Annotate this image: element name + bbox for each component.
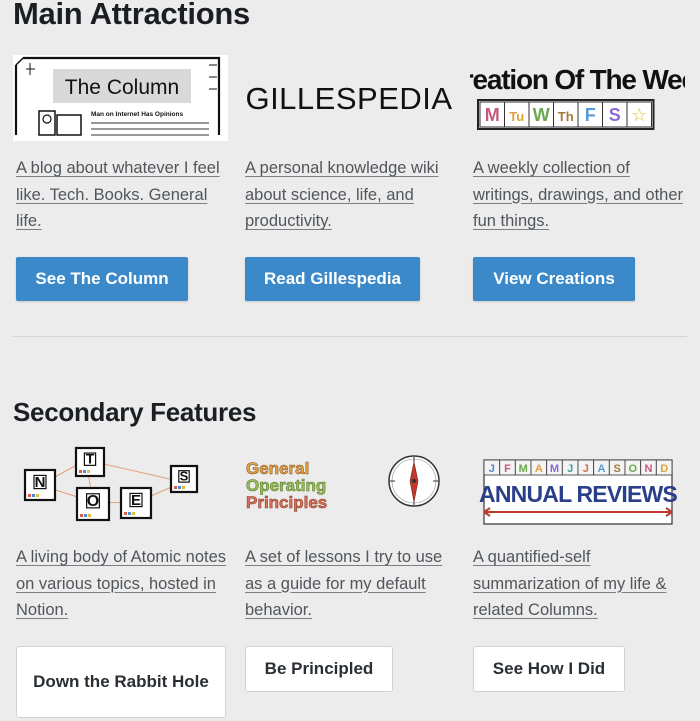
creation-of-the-week-logo[interactable]: Creation Of The Week M Tu W Th FS ☆	[470, 55, 685, 141]
day-label: ☆	[631, 105, 647, 125]
general-operating-principles-logo[interactable]: General Operating Principles	[242, 444, 457, 530]
main-attractions-heading: Main Attractions	[13, 0, 250, 31]
note-letter-boxes: N T O E S	[23, 446, 199, 522]
note-letter: T	[86, 451, 95, 467]
month-label: J	[489, 463, 495, 475]
note-letter: N	[35, 474, 46, 491]
the-column-description[interactable]: A blog about whatever I feel like. Tech.…	[16, 155, 228, 235]
month-boxes: JFMAMJJASOND	[483, 459, 673, 476]
atomic-notes-logo[interactable]: N T O E S	[13, 444, 228, 530]
note-letter: E	[131, 492, 141, 509]
note-letter: S	[180, 469, 189, 484]
day-label: F	[585, 105, 596, 125]
day-label: W	[533, 105, 550, 125]
see-the-column-button[interactable]: See The Column	[16, 257, 188, 301]
month-label: O	[629, 463, 638, 475]
day-label: M	[485, 105, 500, 125]
svg-text:GILLESPEDIA: GILLESPEDIA	[245, 81, 452, 116]
secondary-features-heading: Secondary Features	[13, 397, 257, 427]
day-label: Th	[558, 109, 574, 124]
be-principled-button[interactable]: Be Principled	[245, 646, 393, 692]
svg-text:Principles: Principles	[246, 493, 327, 512]
svg-text:ANNUAL REVIEWS: ANNUAL REVIEWS	[479, 481, 677, 507]
month-label: S	[613, 463, 620, 475]
annual-reviews-description[interactable]: A quantified-self summarization of my li…	[473, 544, 685, 624]
month-label: N	[645, 463, 653, 475]
svg-text:Creation Of The Week: Creation Of The Week	[470, 64, 685, 95]
gillespedia-description[interactable]: A personal knowledge wiki about science,…	[245, 155, 457, 235]
down-the-rabbit-hole-button[interactable]: Down the Rabbit Hole	[16, 646, 226, 718]
note-letter: O	[87, 493, 99, 510]
section-divider	[13, 336, 687, 337]
day-label: Tu	[509, 109, 524, 124]
gillespedia-logo[interactable]: GILLESPEDIA	[242, 55, 457, 141]
svg-text:Man on Internet Has Opinions: Man on Internet Has Opinions	[91, 111, 183, 118]
month-label: A	[535, 463, 543, 475]
month-label: D	[660, 463, 668, 475]
compass-icon	[388, 455, 440, 507]
day-label: S	[609, 105, 621, 125]
creation-of-the-week-description[interactable]: A weekly collection of writings, drawing…	[473, 155, 685, 235]
month-label: J	[583, 463, 589, 475]
atomic-notes-description[interactable]: A living body of Atomic notes on various…	[16, 544, 228, 624]
month-label: J	[567, 463, 573, 475]
week-day-boxes: M Tu W Th F S ☆	[477, 99, 655, 130]
view-creations-button[interactable]: View Creations	[473, 257, 635, 301]
principles-description[interactable]: A set of lessons I try to use as a guide…	[245, 544, 457, 624]
see-how-i-did-button[interactable]: See How I Did	[473, 646, 625, 692]
month-label: F	[504, 463, 511, 475]
the-column-logo[interactable]: The Column Man on Internet Has Opinions	[13, 55, 228, 141]
month-label: M	[550, 463, 559, 475]
month-label: A	[598, 463, 606, 475]
svg-text:The Column: The Column	[65, 76, 179, 99]
annual-reviews-logo[interactable]: JFMAMJJASOND ANNUAL REVIEWS	[470, 444, 685, 530]
read-gillespedia-button[interactable]: Read Gillespedia	[245, 257, 420, 301]
month-label: M	[519, 463, 528, 475]
